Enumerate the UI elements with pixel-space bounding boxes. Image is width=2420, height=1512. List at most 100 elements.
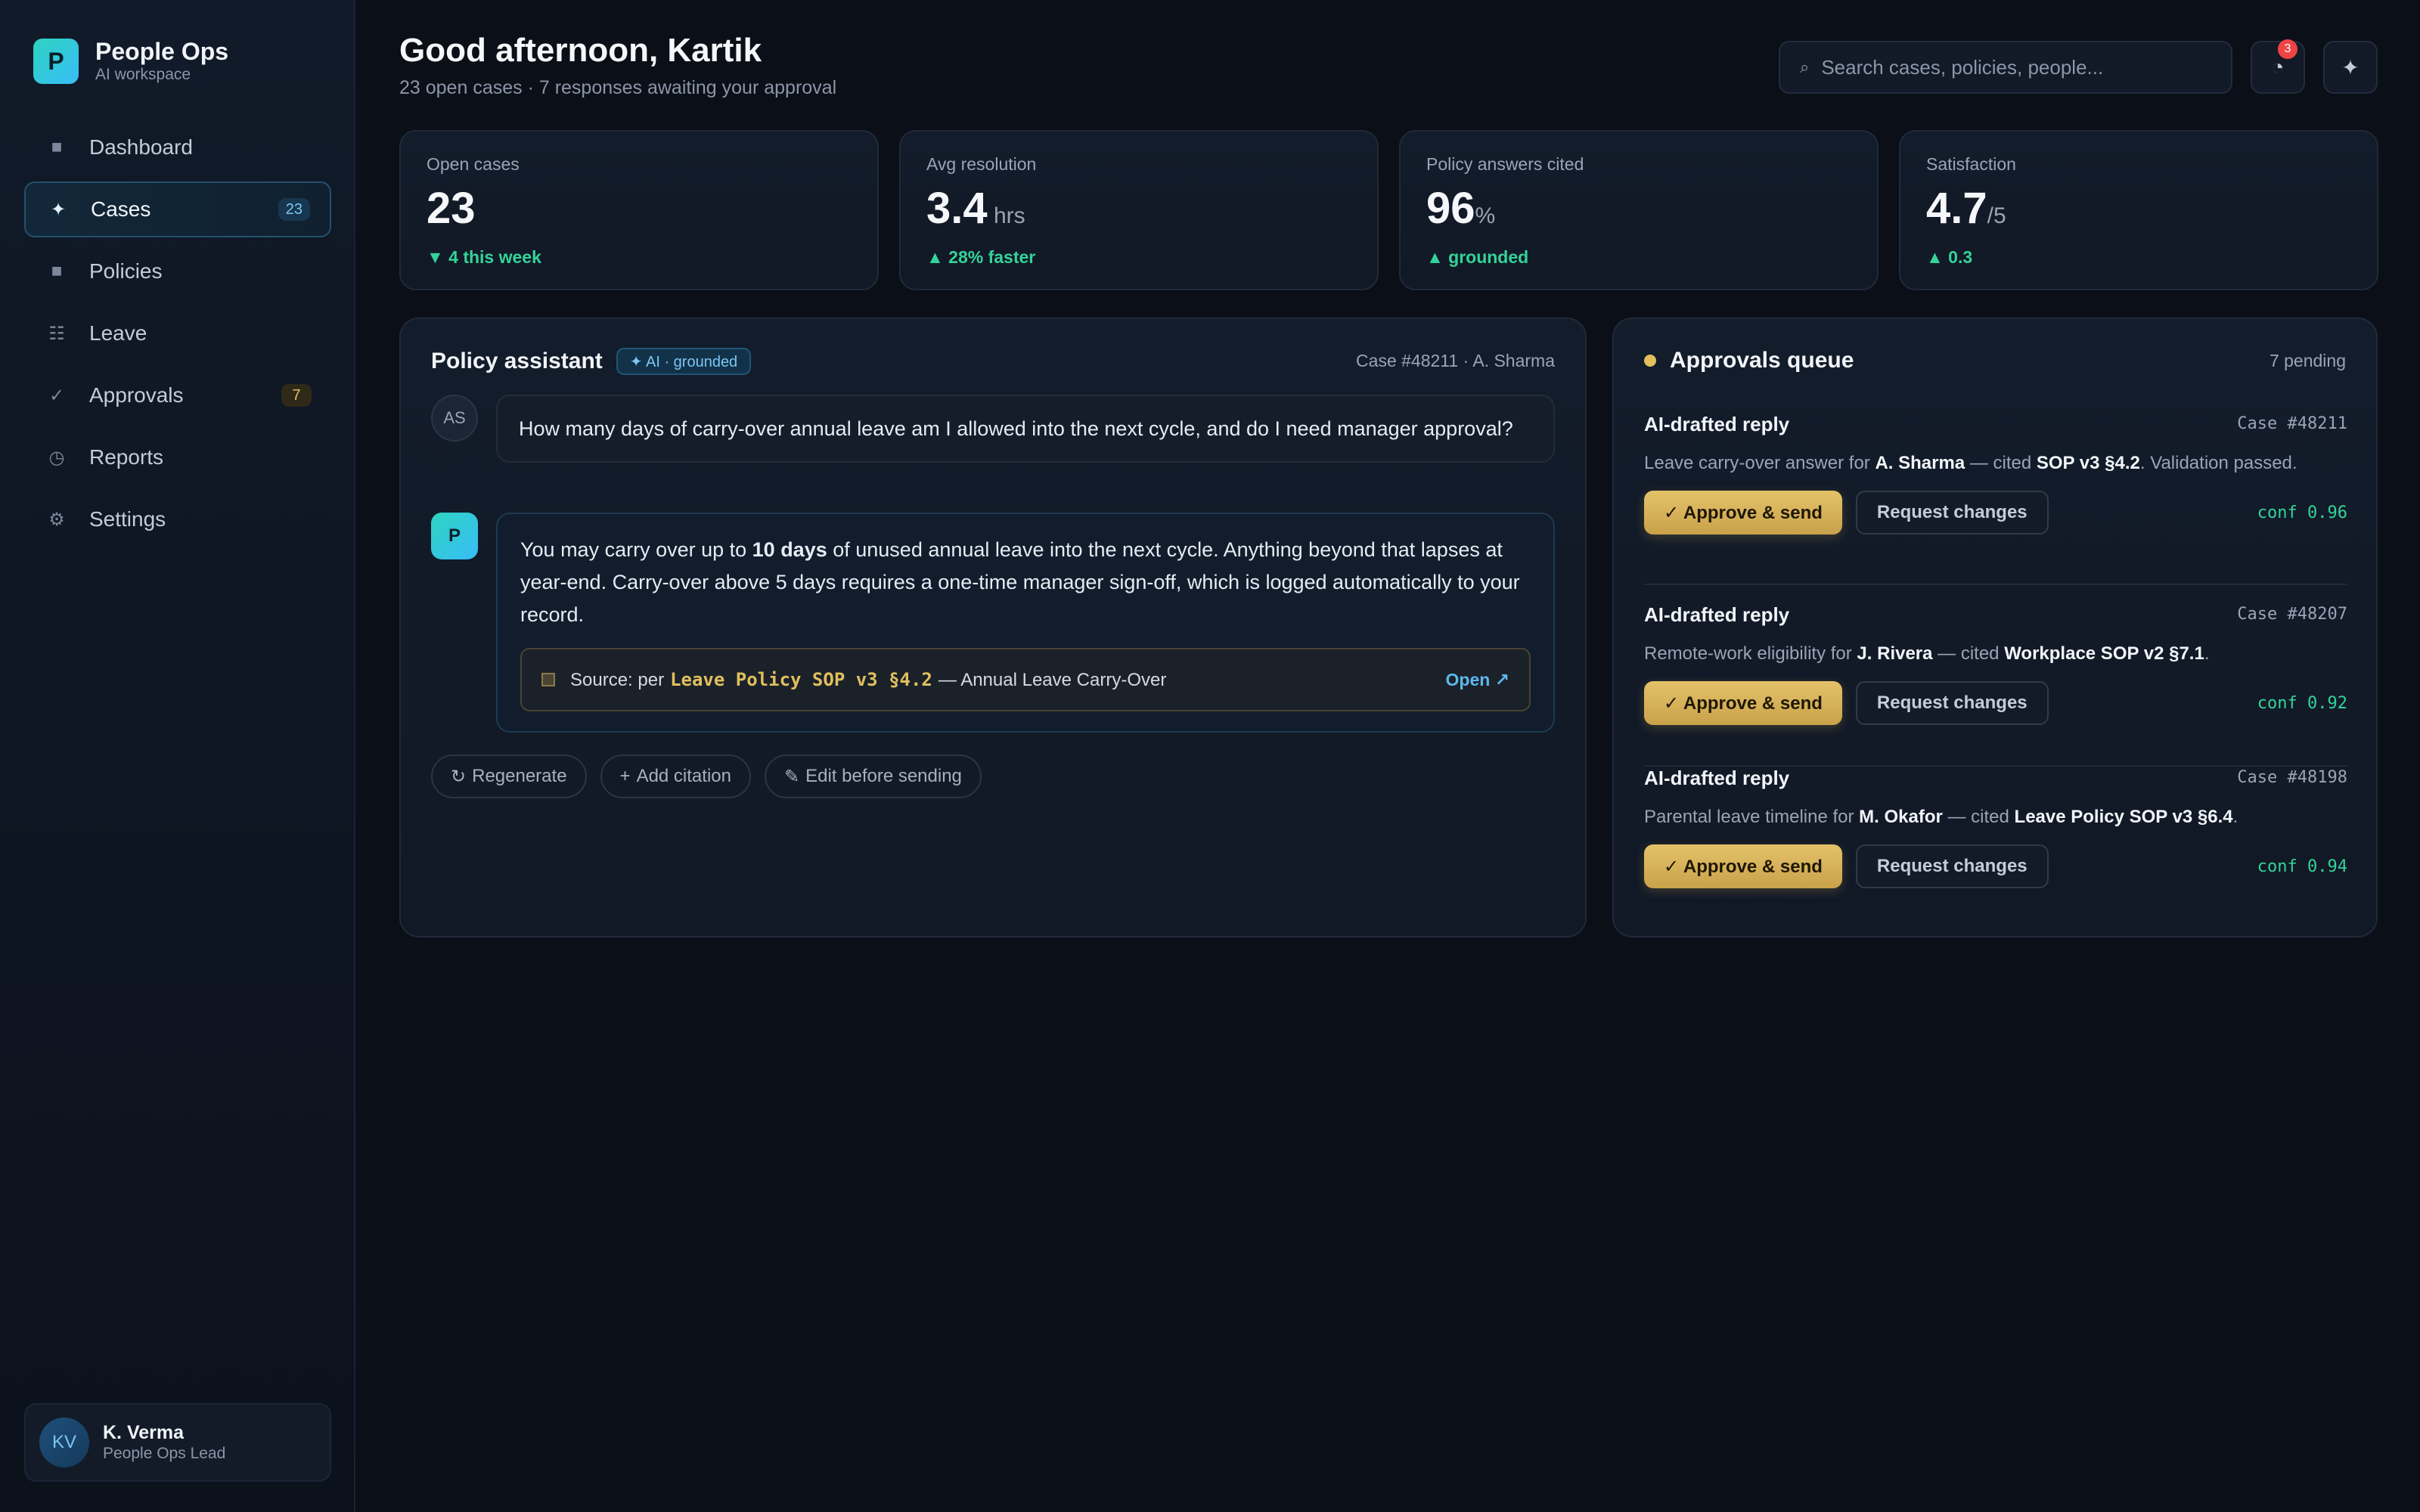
item-case-id: Case #48198: [2237, 768, 2347, 787]
confidence-score: conf 0.96: [2257, 503, 2347, 522]
ai-answer-text: You may carry over up to 10 days of unus…: [520, 538, 1520, 626]
stat-label: Policy answers cited: [1426, 154, 1584, 174]
count-badge: 7: [281, 384, 312, 407]
case-reference: Case #48211 · A. Sharma: [1356, 351, 1555, 370]
refresh-icon: ↻: [451, 766, 467, 787]
plus-icon: +: [619, 766, 631, 786]
brand-subtitle: AI workspace: [95, 66, 191, 83]
request-changes-button[interactable]: Request changes: [1855, 681, 2049, 725]
user-message: AS How many days of carry-over annual le…: [431, 395, 1558, 493]
user-card[interactable]: KV K. Verma People Ops Lead: [24, 1403, 331, 1482]
status-dot-icon: [1644, 355, 1656, 367]
sidebar: P People Ops AI workspace ■ Dashboard ✦ …: [0, 0, 355, 1512]
check-icon: ✓: [48, 385, 65, 406]
sparkle-icon: ✦: [2341, 55, 2360, 79]
open-source-link[interactable]: Open ↗: [1446, 664, 1509, 696]
source-citation: Source: per Leave Policy SOP v3 §4.2 — A…: [520, 648, 1531, 711]
assistant-actions: ↻ Regenerate + Add citation ✎ Edit befor…: [431, 754, 995, 798]
stat-label: Open cases: [427, 154, 520, 174]
notification-badge: 3: [2278, 39, 2297, 59]
stat-card-avg-resolution: Avg resolution 3.4 hrs ▲ 28% faster: [899, 130, 1379, 290]
stat-value: 3.4 hrs: [926, 184, 1025, 233]
stat-value: 96%: [1426, 184, 1496, 233]
approve-send-button[interactable]: ✓ Approve & send: [1644, 491, 1842, 534]
edit-before-sending-button[interactable]: ✎ Edit before sending: [764, 754, 982, 798]
avatar: AS: [431, 395, 478, 442]
assistant-avatar: P: [431, 513, 478, 559]
confidence-score: conf 0.92: [2257, 693, 2347, 713]
list-icon: ☷: [48, 323, 65, 344]
sidebar-item-approvals[interactable]: ✓ Approvals 7: [24, 367, 331, 423]
item-description: Remote-work eligibility for J. Rivera — …: [1644, 643, 2210, 664]
approve-send-button[interactable]: ✓ Approve & send: [1644, 844, 1842, 888]
notifications-button[interactable]: ◔ 3: [2251, 39, 2305, 94]
sidebar-item-policies[interactable]: ■ Policies: [24, 243, 331, 299]
sidebar-item-label: Policies: [89, 259, 163, 283]
ai-assist-button[interactable]: ✦: [2323, 41, 2378, 94]
clock-icon: ◔: [2271, 55, 2285, 79]
sidebar-item-dashboard[interactable]: ■ Dashboard: [24, 119, 331, 175]
gear-icon: ⚙: [48, 509, 65, 530]
request-changes-button[interactable]: Request changes: [1855, 491, 2049, 534]
stat-value: 23: [427, 184, 476, 233]
brand-logo: P: [33, 39, 79, 84]
ai-message: P You may carry over up to 10 days of un…: [431, 513, 1558, 733]
stat-label: Satisfaction: [1926, 154, 2016, 174]
brand[interactable]: P People Ops AI workspace: [33, 38, 228, 85]
sidebar-item-label: Dashboard: [89, 135, 193, 159]
search-input[interactable]: ⌕ Search cases, policies, people...: [1779, 41, 2232, 94]
stat-trend: ▼ 4 this week: [427, 247, 541, 267]
search-placeholder: Search cases, policies, people...: [1821, 55, 2104, 79]
request-changes-button[interactable]: Request changes: [1855, 844, 2049, 888]
clock-icon: ◷: [48, 447, 65, 468]
panel-title: Policy assistant ✦ AI · grounded: [431, 348, 752, 375]
policy-assistant-panel: Policy assistant ✦ AI · grounded Case #4…: [399, 318, 1587, 937]
stat-label: Avg resolution: [926, 154, 1037, 174]
approve-send-button[interactable]: ✓ Approve & send: [1644, 681, 1842, 725]
pencil-icon: ✎: [783, 766, 800, 787]
page-title: Good afternoon, Kartik: [399, 32, 762, 69]
sidebar-item-label: Settings: [89, 507, 166, 531]
approval-item: AI-drafted reply Case #48198 Parental le…: [1644, 767, 2347, 918]
item-title: AI-drafted reply: [1644, 603, 1790, 626]
sidebar-item-label: Reports: [89, 445, 164, 469]
sidebar-item-settings[interactable]: ⚙ Settings: [24, 491, 331, 547]
approval-item: AI-drafted reply Case #48207 Remote-work…: [1644, 603, 2347, 767]
approval-item: AI-drafted reply Case #48211 Leave carry…: [1644, 413, 2347, 585]
user-role: People Ops Lead: [103, 1445, 226, 1462]
pending-count: 7 pending: [2269, 351, 2346, 370]
item-description: Parental leave timeline for M. Okafor — …: [1644, 807, 2238, 827]
ai-grounded-chip: ✦ AI · grounded: [616, 348, 752, 375]
stat-trend: ▲ 0.3: [1926, 247, 1973, 267]
sidebar-item-cases[interactable]: ✦ Cases 23: [24, 181, 331, 237]
add-citation-button[interactable]: + Add citation: [600, 754, 751, 798]
item-title: AI-drafted reply: [1644, 767, 1790, 789]
stat-card-satisfaction: Satisfaction 4.7/5 ▲ 0.3: [1899, 130, 2378, 290]
sidebar-item-reports[interactable]: ◷ Reports: [24, 429, 331, 485]
panel-title: Approvals queue: [1644, 348, 1854, 373]
confidence-score: conf 0.94: [2257, 857, 2347, 876]
stat-card-open-cases: Open cases 23 ▼ 4 this week: [399, 130, 879, 290]
search-icon: ⌕: [1800, 57, 1810, 76]
square-icon: ■: [51, 137, 63, 157]
stat-card-policy-answers: Policy answers cited 96% ▲ grounded: [1399, 130, 1879, 290]
sidebar-item-label: Approvals: [89, 383, 184, 407]
sidebar-item-label: Cases: [91, 197, 151, 221]
stat-trend: ▲ grounded: [1426, 247, 1529, 267]
count-badge: 23: [278, 198, 310, 221]
ai-message-bubble: You may carry over up to 10 days of unus…: [496, 513, 1555, 733]
page-subtitle: 23 open cases · 7 responses awaiting you…: [399, 77, 837, 98]
item-title: AI-drafted reply: [1644, 413, 1790, 435]
stat-trend: ▲ 28% faster: [926, 247, 1036, 267]
sidebar-item-leave[interactable]: ☷ Leave: [24, 305, 331, 361]
item-description: Leave carry-over answer for A. Sharma — …: [1644, 453, 2297, 473]
brand-name: People Ops: [95, 38, 229, 65]
approvals-queue-panel: Approvals queue 7 pending AI-drafted rep…: [1612, 318, 2378, 937]
user-name: K. Verma: [103, 1422, 185, 1443]
source-policy: Leave Policy SOP v3 §4.2: [670, 668, 932, 690]
document-icon: [541, 673, 555, 686]
sidebar-item-label: Leave: [89, 321, 147, 345]
item-case-id: Case #48207: [2237, 605, 2347, 624]
regenerate-button[interactable]: ↻ Regenerate: [431, 754, 587, 798]
avatar: KV: [39, 1418, 89, 1467]
